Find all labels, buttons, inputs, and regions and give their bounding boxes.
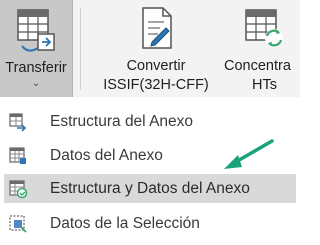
menu-item-datos-seleccion[interactable]: Datos de la Selección xyxy=(4,209,296,238)
table-refresh-icon xyxy=(242,6,286,55)
transferir-button[interactable]: Transferir ⌄ xyxy=(0,0,73,97)
concentra-button[interactable]: Concentra HTs xyxy=(220,0,320,97)
transferir-label: Transferir xyxy=(5,60,67,76)
chevron-down-icon: ⌄ xyxy=(31,78,41,89)
menu-item-estructura-anexo[interactable]: Estructura del Anexo xyxy=(4,107,296,136)
menu-item-label: Datos del Anexo xyxy=(50,147,163,164)
structure-data-icon xyxy=(8,179,28,204)
convertir-label-line1: Convertir xyxy=(126,58,186,74)
data-table-icon xyxy=(8,146,28,171)
concentra-label-line2: HTs xyxy=(252,77,277,93)
ribbon-separator xyxy=(80,8,81,90)
table-grid-icon xyxy=(12,6,60,63)
menu-item-label: Estructura y Datos del Anexo xyxy=(50,180,250,197)
convertir-button[interactable]: Convertir ISSIF(32H-CFF) xyxy=(96,0,216,97)
menu-item-label: Estructura del Anexo xyxy=(50,113,194,130)
menu-item-estructura-datos-anexo[interactable]: Estructura y Datos del Anexo xyxy=(4,174,296,203)
document-edit-icon xyxy=(140,6,174,55)
structure-transfer-icon xyxy=(8,112,28,137)
menu-item-label: Datos de la Selección xyxy=(50,215,200,232)
concentra-label-line1: Concentra xyxy=(224,58,291,74)
annotation-arrow-icon xyxy=(218,137,276,178)
selection-icon xyxy=(8,214,28,239)
convertir-label-line2: ISSIF(32H-CFF) xyxy=(103,77,209,93)
ribbon-group: Transferir ⌄ Convertir ISSIF(32H-CFF) Co… xyxy=(0,0,300,97)
